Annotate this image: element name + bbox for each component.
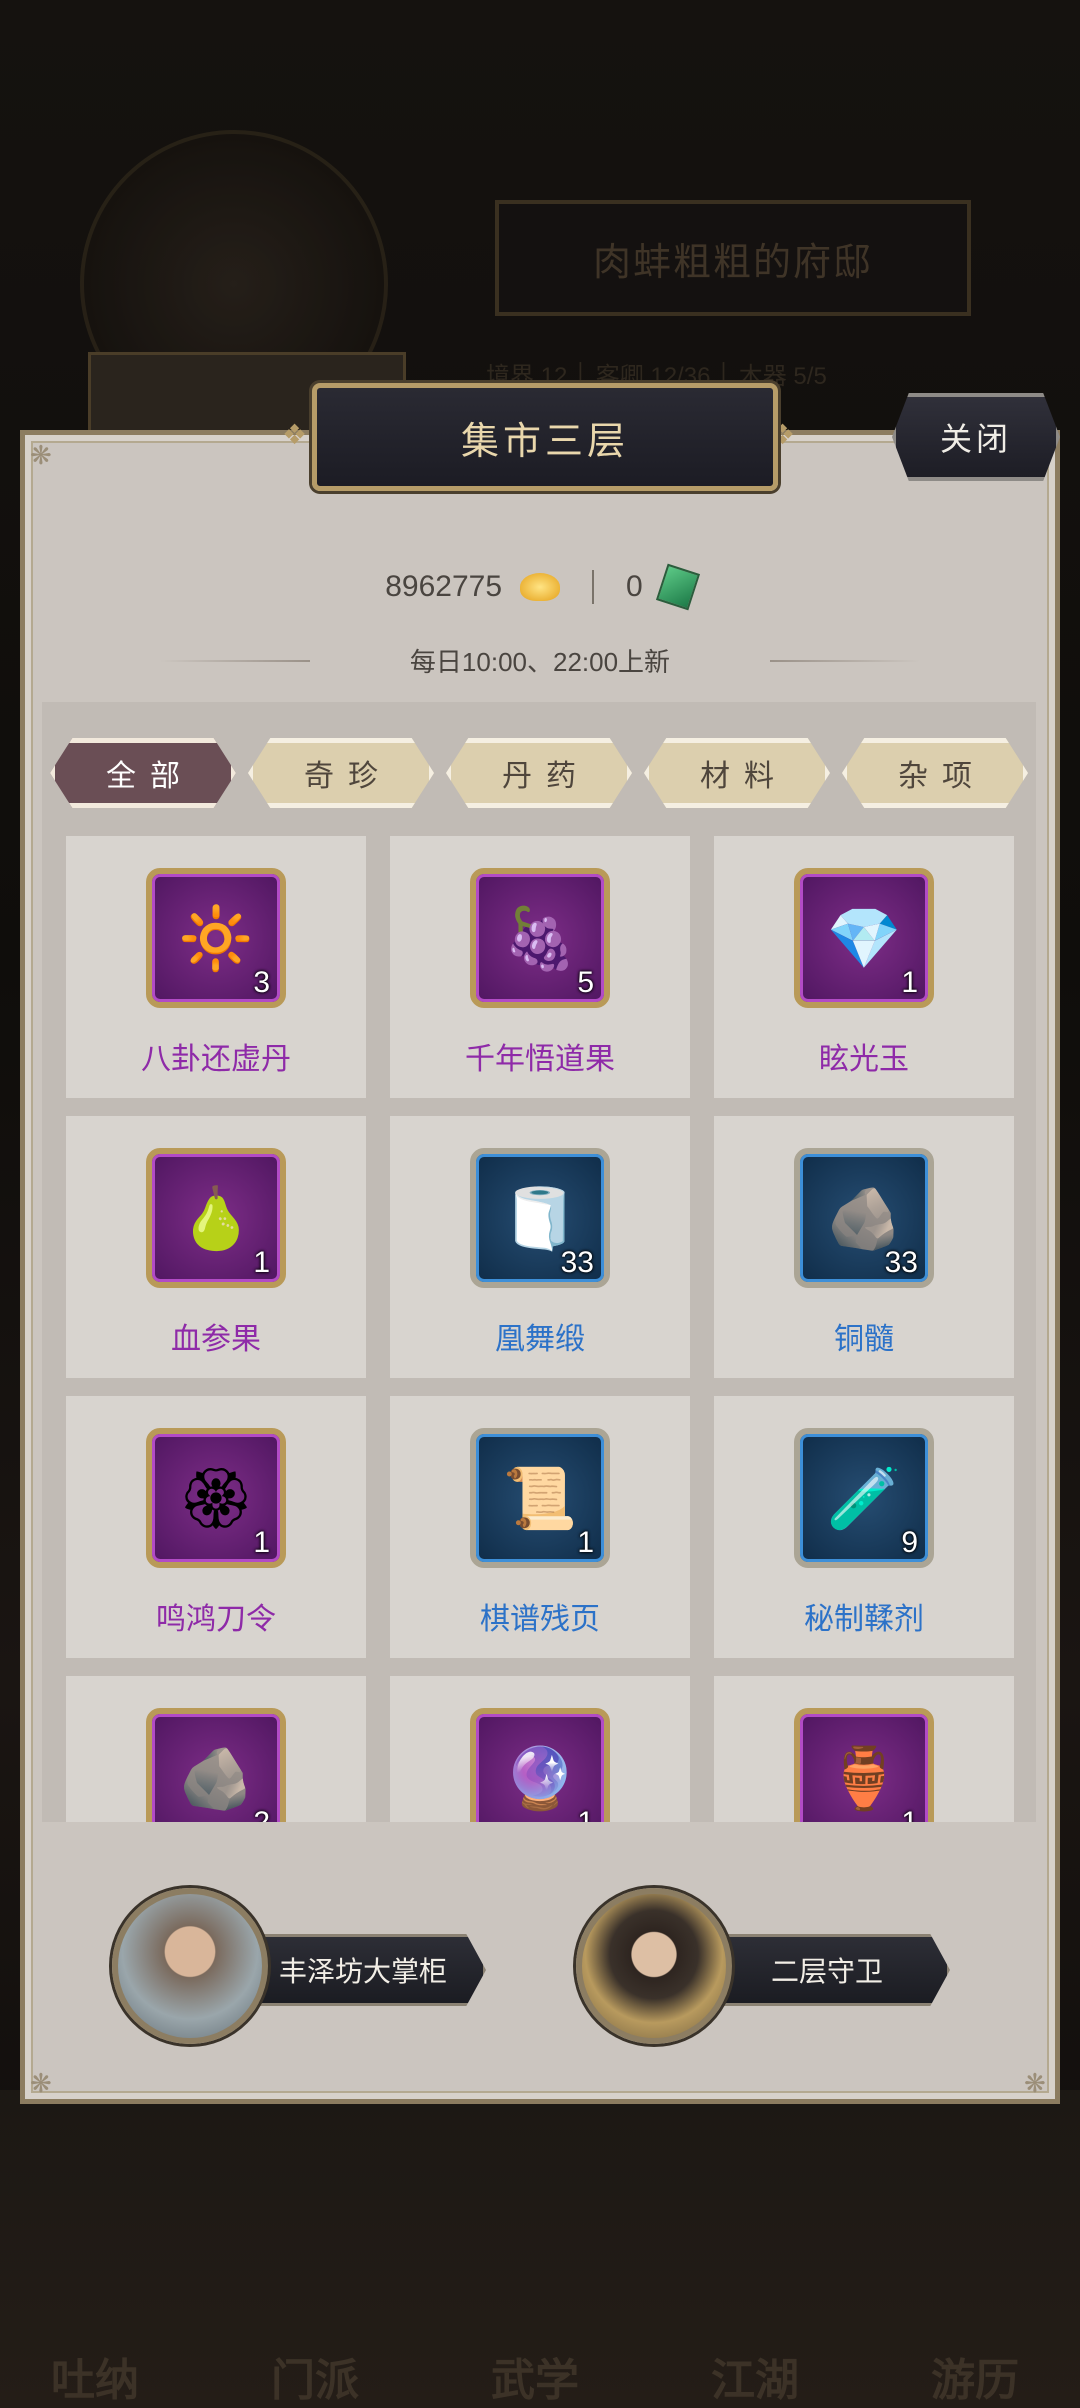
item-icon-frame[interactable]: 🧪 9 [794, 1428, 934, 1568]
corner-ornament: ❋ [30, 2068, 52, 2098]
currency-divider [592, 570, 595, 604]
item-icon-frame[interactable]: 🏺1 [794, 1708, 934, 1822]
shop-item[interactable]: 🧻 33 凰舞缎 [390, 1116, 690, 1378]
item-count: 1 [253, 1246, 270, 1279]
item-count: 1 [901, 1806, 918, 1822]
item-name: 眩光玉 [819, 1043, 909, 1076]
corner-ornament: ❋ [1024, 2068, 1046, 2098]
item-count: 1 [577, 1806, 594, 1822]
shop-item[interactable]: 🔆 3 八卦还虚丹 [66, 836, 366, 1098]
npc-guard[interactable]: 二层守卫 [576, 1888, 976, 2048]
npc-guard-avatar[interactable] [576, 1888, 732, 2044]
item-name: 鸣鸿刀令 [156, 1603, 276, 1636]
shop-item[interactable]: 🏺1 [714, 1676, 1014, 1822]
title-ornament-left: ❖ [282, 419, 308, 450]
item-icon-frame[interactable]: 🪨2 [146, 1708, 286, 1822]
item-name: 凰舞缎 [495, 1323, 585, 1356]
gold-ingot-icon [520, 573, 561, 601]
shop-item[interactable]: 🪨 33 铜髓 [714, 1116, 1014, 1378]
item-count: 9 [901, 1526, 918, 1559]
shop-item[interactable]: 🏵 1 鸣鸿刀令 [66, 1396, 366, 1658]
nav-martial[interactable]: 武学 [460, 2230, 610, 2408]
item-name: 铜髓 [834, 1323, 894, 1356]
npc-shopkeeper-avatar[interactable] [112, 1888, 268, 2044]
nav-sect[interactable]: 门派 [240, 2230, 390, 2408]
item-count: 5 [577, 966, 594, 999]
nav-jianghu[interactable]: 江湖 [680, 2230, 830, 2408]
jade-amount: 0 [626, 570, 643, 603]
corner-ornament: ❋ [30, 440, 52, 470]
item-count: 1 [253, 1526, 270, 1559]
item-icon-frame[interactable]: 💎 1 [794, 868, 934, 1008]
tab-misc[interactable]: 杂项 [842, 738, 1028, 808]
jade-token-icon [655, 563, 700, 611]
shop-item[interactable]: 🧪 9 秘制鞣剂 [714, 1396, 1014, 1658]
npc-shopkeeper-label: 丰泽坊大掌柜 [240, 1934, 486, 2006]
item-count: 1 [577, 1526, 594, 1559]
npc-shopkeeper[interactable]: 丰泽坊大掌柜 [112, 1888, 512, 2048]
item-icon-frame[interactable]: 📜 1 [470, 1428, 610, 1568]
item-icon-frame[interactable]: 🪨 33 [794, 1148, 934, 1288]
item-name: 八卦还虚丹 [141, 1043, 291, 1076]
modal-title: 集市三层 [312, 383, 778, 491]
gold-amount: 8962775 [385, 570, 503, 603]
item-count: 33 [560, 1246, 594, 1279]
nav-tuna[interactable]: 吐纳 [20, 2230, 170, 2408]
close-button[interactable]: 关闭 [892, 393, 1060, 481]
shop-item[interactable]: 💎 1 眩光玉 [714, 836, 1014, 1098]
npc-guard-label: 二层守卫 [704, 1934, 950, 2006]
item-icon-frame[interactable]: 🍇 5 [470, 868, 610, 1008]
item-count: 1 [901, 966, 918, 999]
item-icon-frame[interactable]: 🏵 1 [146, 1428, 286, 1568]
item-name: 血参果 [171, 1323, 261, 1356]
shop-item[interactable]: 🔮1 [390, 1676, 690, 1822]
item-count: 33 [884, 1246, 918, 1279]
item-icon-frame[interactable]: 🧻 33 [470, 1148, 610, 1288]
refresh-schedule: 每日10:00、22:00上新 [409, 647, 671, 677]
item-name: 棋谱残页 [480, 1603, 600, 1636]
shop-item[interactable]: 🪨2 [66, 1676, 366, 1822]
item-icon-frame[interactable]: 🔆 3 [146, 868, 286, 1008]
nav-travel[interactable]: 游历 [900, 2230, 1050, 2408]
tab-all[interactable]: 全部 [50, 738, 236, 808]
shop-panel: 全部 奇珍 丹药 材料 杂项 🔆 3 八卦还虚丹 🍇 5 千年悟道果 💎 1 眩光玉 🍐 1 血参果 🧻… [42, 702, 1036, 1822]
item-count: 3 [253, 966, 270, 999]
shop-item[interactable]: 📜 1 棋谱残页 [390, 1396, 690, 1658]
item-icon-frame[interactable]: 🍐 1 [146, 1148, 286, 1288]
item-name: 千年悟道果 [465, 1043, 615, 1076]
item-name: 秘制鞣剂 [804, 1603, 924, 1636]
tab-treasures[interactable]: 奇珍 [248, 738, 434, 808]
item-icon-frame[interactable]: 🔮1 [470, 1708, 610, 1822]
shop-item[interactable]: 🍇 5 千年悟道果 [390, 836, 690, 1098]
tab-pills[interactable]: 丹药 [446, 738, 632, 808]
residence-title: 肉蚌粗粗的府邸 [495, 200, 971, 316]
item-count: 2 [253, 1806, 270, 1822]
tab-materials[interactable]: 材料 [644, 738, 830, 808]
shop-item[interactable]: 🍐 1 血参果 [66, 1116, 366, 1378]
currency-bar: 8962775 0 [0, 563, 1080, 611]
